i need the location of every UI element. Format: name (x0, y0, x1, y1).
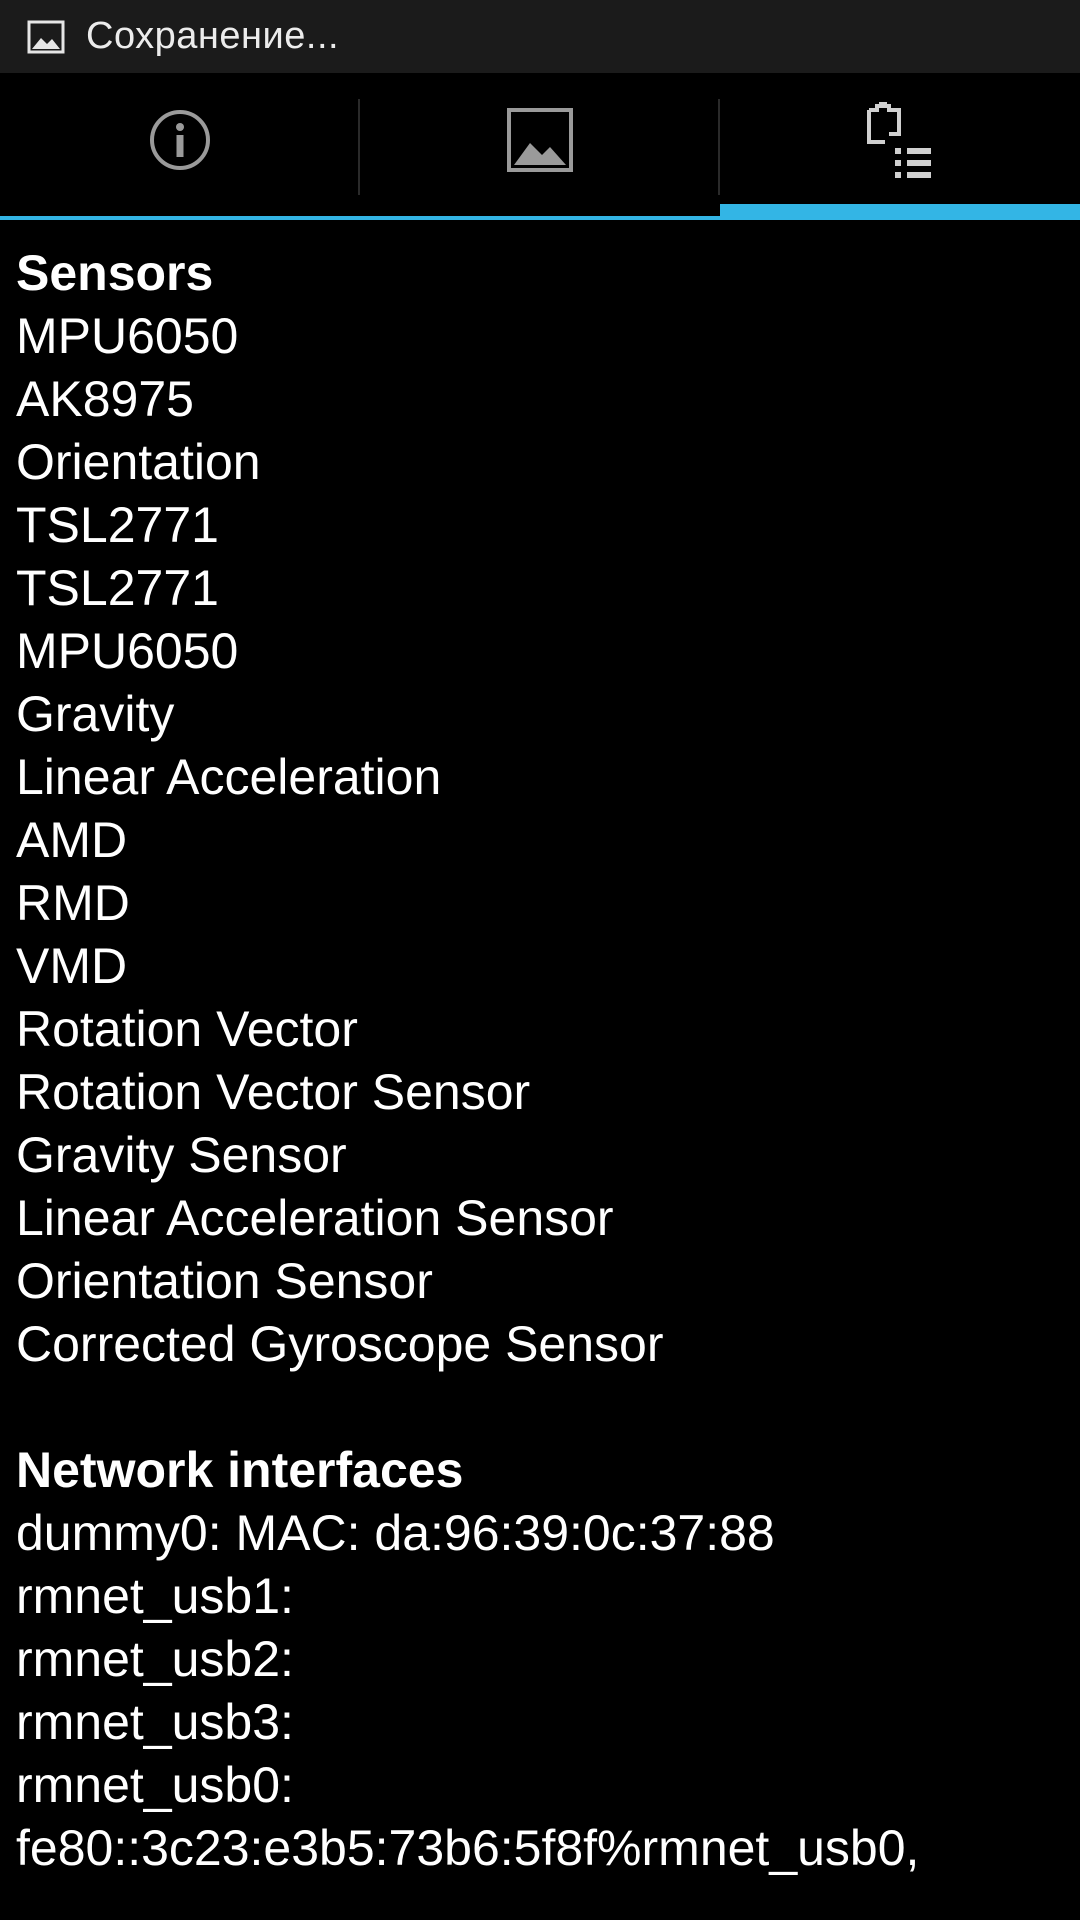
tab-device-info[interactable] (720, 73, 1080, 220)
notification-text: Сохранение... (86, 15, 340, 57)
tab-indicator-selected (720, 204, 1080, 220)
network-item: rmnet_usb1: (16, 1568, 294, 1624)
sensor-item: MPU6050 (16, 308, 239, 364)
sensor-item: Orientation (16, 434, 261, 490)
network-item: rmnet_usb0: (16, 1757, 294, 1813)
sensor-item: VMD (16, 938, 128, 994)
sensor-item: RMD (16, 875, 130, 931)
tab-bar (0, 73, 1080, 220)
sensor-item: MPU6050 (16, 623, 239, 679)
sensor-item: AK8975 (16, 371, 194, 427)
sensor-item: TSL2771 (16, 560, 219, 616)
sensor-item: Rotation Vector Sensor (16, 1064, 531, 1120)
sensor-item: Gravity (16, 686, 175, 742)
network-item: dummy0: MAC: da:96:39:0c:37:88 (16, 1505, 775, 1561)
info-icon (148, 108, 212, 177)
sensors-title: Sensors (16, 245, 214, 301)
image-icon (26, 19, 66, 55)
notification-bar: Сохранение... (0, 0, 1080, 73)
tab-images[interactable] (360, 73, 720, 220)
network-item: rmnet_usb2: (16, 1631, 294, 1687)
sensor-item: Rotation Vector (16, 1001, 358, 1057)
tab-info[interactable] (0, 73, 360, 220)
sensor-item: TSL2771 (16, 497, 219, 553)
sensor-item: Gravity Sensor (16, 1127, 347, 1183)
device-info-content[interactable]: Sensors MPU6050 AK8975 Orientation TSL27… (0, 220, 1080, 1920)
sensor-item: AMD (16, 812, 128, 868)
image-icon (506, 107, 574, 178)
network-item: rmnet_usb3: (16, 1694, 294, 1750)
device-list-icon (865, 100, 935, 185)
network-item: fe80::3c23:e3b5:73b6:5f8f%rmnet_usb0, (16, 1820, 920, 1876)
sensor-item: Linear Acceleration (16, 749, 442, 805)
network-title: Network interfaces (16, 1442, 464, 1498)
sensor-item: Corrected Gyroscope Sensor (16, 1316, 664, 1372)
sensor-item: Orientation Sensor (16, 1253, 433, 1309)
sensor-item: Linear Acceleration Sensor (16, 1190, 614, 1246)
